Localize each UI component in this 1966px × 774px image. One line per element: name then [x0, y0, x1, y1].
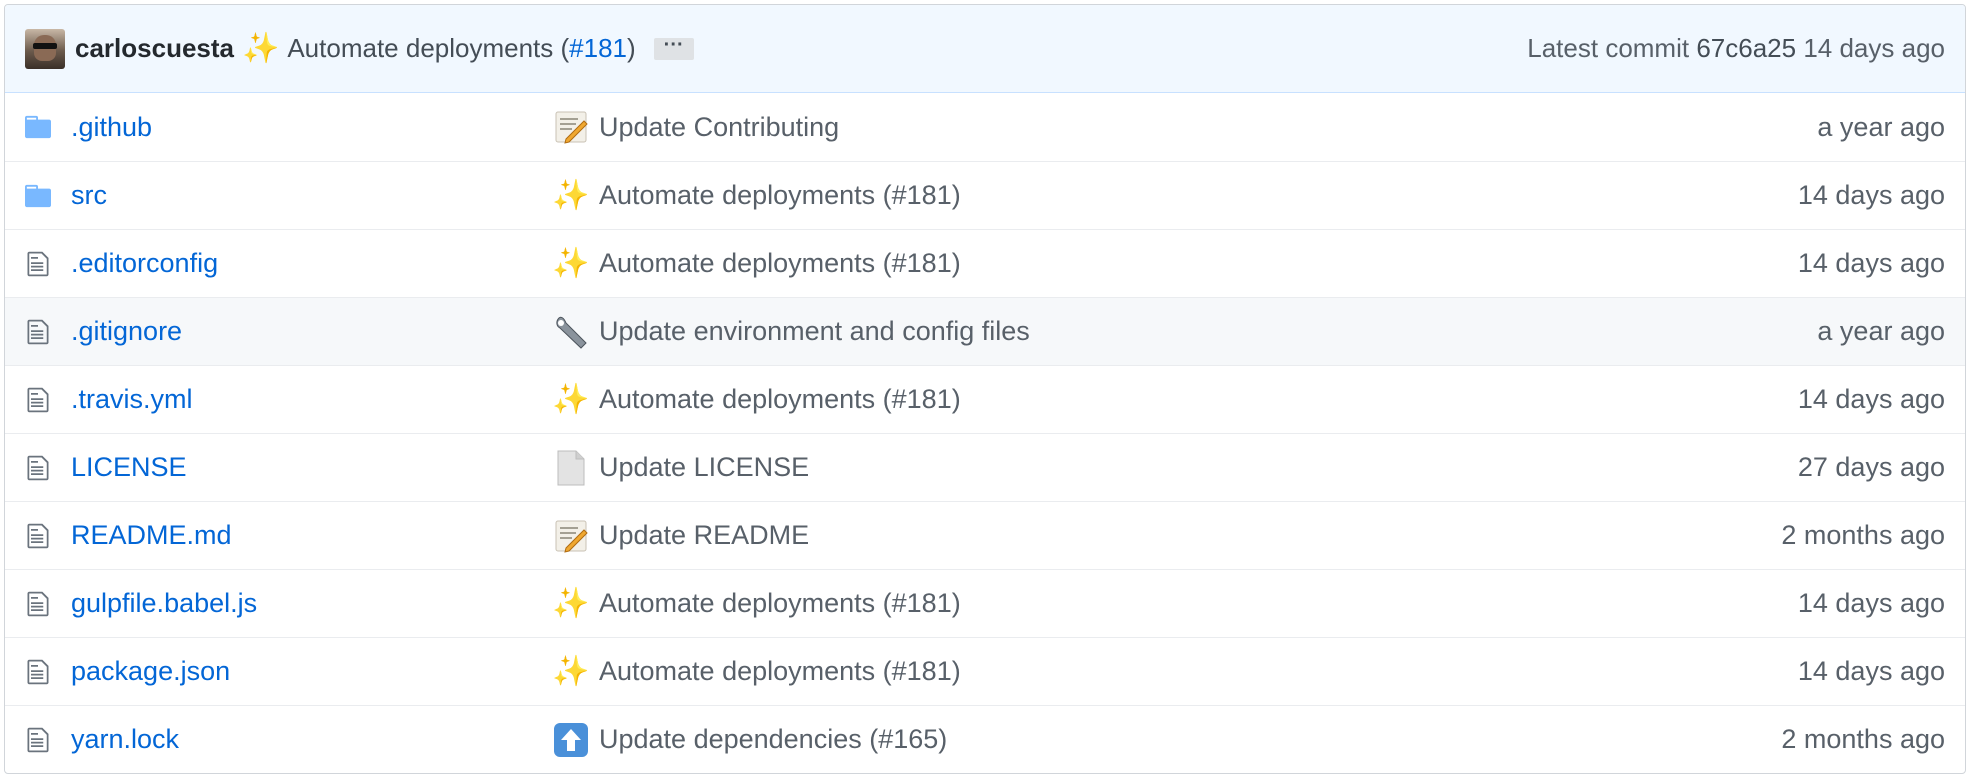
folder-icon [25, 183, 51, 209]
folder-icon [25, 114, 51, 140]
file-name-link[interactable]: yarn.lock [71, 724, 551, 755]
file-icon [25, 251, 51, 277]
file-commit-cell: ✨ Automate deployments (#181) [551, 176, 1798, 216]
file-commit-message-link[interactable]: Update Contributing [599, 112, 839, 143]
file-commit-age: a year ago [1817, 316, 1945, 346]
sparkles-icon: ✨ [552, 654, 590, 688]
file-commit-cell: Update LICENSE [551, 448, 1798, 488]
memo-icon [551, 516, 591, 556]
file-row[interactable]: src ✨ Automate deployments (#181) 14 days a… [5, 161, 1965, 229]
file-commit-age: 2 months ago [1781, 724, 1945, 754]
arrow-up-icon [551, 720, 591, 760]
sparkles-icon: ✨ [552, 382, 590, 416]
file-commit-message-link[interactable]: Automate deployments (#181) [599, 588, 961, 619]
file-icon [25, 727, 51, 753]
file-commit-message-link[interactable]: Update environment and config files [599, 316, 1030, 347]
commit-message[interactable]: Automate deployments (#181) [287, 33, 635, 64]
file-icon [25, 591, 51, 617]
latest-commit-label: Latest commit [1527, 33, 1690, 63]
file-name-link[interactable]: .github [71, 112, 551, 143]
commit-message-suffix: ) [627, 33, 636, 63]
file-row[interactable]: .gitignore Update environment and config … [5, 297, 1965, 365]
file-commit-age: 14 days ago [1797, 384, 1945, 414]
file-commit-cell: ✨ Automate deployments (#181) [551, 652, 1798, 692]
file-icon [25, 659, 51, 685]
commit-author-link[interactable]: carloscuesta [75, 33, 234, 64]
file-name-link[interactable]: .editorconfig [71, 248, 551, 279]
file-commit-cell: Update README [551, 516, 1781, 556]
file-name-link[interactable]: package.json [71, 656, 551, 687]
wrench-icon [551, 312, 591, 352]
file-name-link[interactable]: LICENSE [71, 452, 551, 483]
pull-request-link[interactable]: #181 [569, 33, 627, 63]
file-row[interactable]: .editorconfig ✨ Automate deployments (#181… [5, 229, 1965, 297]
file-commit-cell: ✨ Automate deployments (#181) [551, 380, 1798, 420]
file-name-link[interactable]: README.md [71, 520, 551, 551]
file-commit-age: 14 days ago [1797, 180, 1945, 210]
latest-commit-bar: carloscuesta ✨ Automate deployments (#18… [5, 5, 1965, 93]
file-commit-cell: ✨ Automate deployments (#181) [551, 244, 1798, 284]
file-icon [25, 455, 51, 481]
file-commit-age: 14 days ago [1797, 656, 1945, 686]
latest-commit-info: Latest commit 67c6a25 14 days ago [1527, 33, 1945, 64]
file-commit-message-link[interactable]: Update LICENSE [599, 452, 809, 483]
file-name-link[interactable]: .gitignore [71, 316, 551, 347]
file-commit-message-link[interactable]: Update README [599, 520, 809, 551]
file-name-link[interactable]: .travis.yml [71, 384, 551, 415]
file-commit-message-link[interactable]: Automate deployments (#181) [599, 384, 961, 415]
file-commit-cell: ✨ Automate deployments (#181) [551, 584, 1798, 624]
sparkles-icon: ✨ [552, 586, 590, 620]
file-row[interactable]: .travis.yml ✨ Automate deployments (#181) 1… [5, 365, 1965, 433]
file-list: .github Update Contributing a year ago src ✨… [5, 93, 1965, 773]
page-icon [551, 448, 591, 488]
sparkles-icon: ✨ [552, 246, 590, 280]
file-commit-age: a year ago [1817, 111, 1945, 142]
file-commit-age: 2 months ago [1781, 520, 1945, 550]
file-commit-age: 14 days ago [1797, 248, 1945, 278]
commit-message-text[interactable]: Automate deployments ( [287, 33, 569, 63]
file-commit-message-link[interactable]: Automate deployments (#181) [599, 180, 961, 211]
expand-commit-button[interactable]: ··· [653, 35, 694, 60]
file-commit-message-link[interactable]: Automate deployments (#181) [599, 656, 961, 687]
file-commit-message-link[interactable]: Update dependencies (#165) [599, 724, 947, 755]
file-row[interactable]: gulpfile.babel.js ✨ Automate deployments (… [5, 569, 1965, 637]
file-name-link[interactable]: src [71, 180, 551, 211]
latest-commit-age: 14 days ago [1803, 33, 1945, 63]
file-icon [25, 523, 51, 549]
file-commit-cell: Update dependencies (#165) [551, 720, 1781, 760]
author-avatar[interactable] [25, 28, 65, 69]
file-commit-cell: Update Contributing [551, 107, 1817, 147]
file-row[interactable]: LICENSE Update LICENSE 27 days ago [5, 433, 1965, 501]
file-icon [25, 319, 51, 345]
file-commit-message-link[interactable]: Automate deployments (#181) [599, 248, 961, 279]
memo-icon [551, 107, 591, 147]
file-row[interactable]: yarn.lock Update dependencies (#165) 2 mon… [5, 705, 1965, 773]
file-commit-age: 27 days ago [1797, 452, 1945, 482]
file-icon [25, 387, 51, 413]
file-row[interactable]: README.md Update README 2 months ago [5, 501, 1965, 569]
file-commit-age: 14 days ago [1797, 588, 1945, 618]
file-row[interactable]: .github Update Contributing a year ago [5, 93, 1965, 161]
file-browser-table: carloscuesta ✨ Automate deployments (#18… [4, 4, 1966, 774]
commit-sha-link[interactable]: 67c6a25 [1696, 33, 1796, 63]
sparkles-icon: ✨ [241, 31, 280, 65]
file-name-link[interactable]: gulpfile.babel.js [71, 588, 551, 619]
file-row[interactable]: package.json ✨ Automate deployments (#181)… [5, 637, 1965, 705]
sparkles-icon: ✨ [552, 178, 590, 212]
file-commit-cell: Update environment and config files [551, 312, 1817, 352]
